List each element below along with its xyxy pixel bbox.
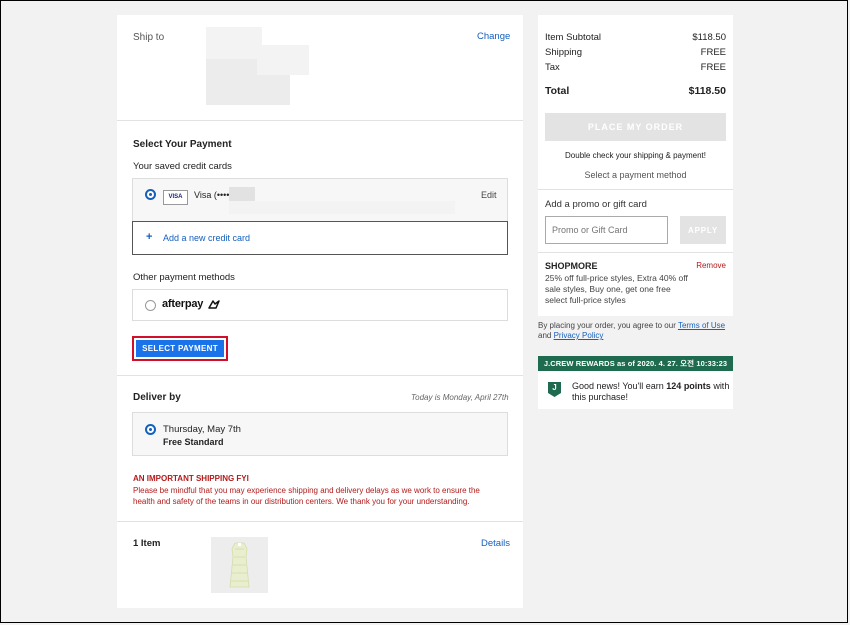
plus-icon: + <box>146 231 153 243</box>
shipping-fyi-title: AN IMPORTANT SHIPPING FYI <box>133 474 249 483</box>
add-credit-card-row[interactable]: + Add a new credit card <box>132 221 508 255</box>
ship-to-address-redacted-3 <box>257 45 309 75</box>
item-count: 1 Item <box>133 538 161 549</box>
saved-card-label: Visa (•••• <box>194 190 230 200</box>
divider <box>117 521 523 522</box>
saved-card-radio[interactable] <box>145 189 156 200</box>
divider <box>117 375 523 376</box>
select-payment-heading: Select Your Payment <box>133 139 232 150</box>
saved-cards-heading: Your saved credit cards <box>133 161 232 172</box>
shipping-label: Shipping <box>545 47 582 58</box>
visa-card-icon: VISA <box>163 190 188 205</box>
card-details-redacted <box>229 201 455 214</box>
place-order-button[interactable]: PLACE MY ORDER <box>545 113 726 141</box>
today-date-note: Today is Monday, April 27th <box>411 393 509 402</box>
order-summary-card: Item Subtotal $118.50 Shipping FREE Tax … <box>538 15 733 316</box>
terms-line-1: By placing your order, you agree to our … <box>538 321 725 330</box>
promo-code-applied: SHOPMORE <box>545 261 598 271</box>
divider <box>538 189 733 190</box>
rewards-message-suffix: with <box>710 381 730 391</box>
terms-and: and <box>538 331 554 340</box>
subtotal-value: $118.50 <box>692 32 726 43</box>
edit-card-link[interactable]: Edit <box>481 190 497 200</box>
promo-description-line-2: sale styles, Buy one, get one free <box>545 284 671 294</box>
promo-code-input[interactable] <box>545 216 668 244</box>
divider <box>117 120 523 121</box>
rewards-badge-letter: J <box>552 383 557 392</box>
promo-heading: Add a promo or gift card <box>545 199 647 210</box>
double-check-note: Double check your shipping & payment! <box>565 151 706 160</box>
afterpay-radio[interactable] <box>145 300 156 311</box>
afterpay-arrow-icon <box>208 300 220 309</box>
rewards-points: 124 points <box>666 381 711 391</box>
shipping-value: FREE <box>700 47 726 58</box>
delivery-radio[interactable] <box>145 424 156 435</box>
privacy-policy-link[interactable]: Privacy Policy <box>554 331 604 340</box>
add-credit-card-link[interactable]: Add a new credit card <box>163 233 250 243</box>
promo-description-line-3: select full-price styles <box>545 295 626 305</box>
subtotal-label: Item Subtotal <box>545 32 601 43</box>
product-thumbnail[interactable] <box>211 537 268 593</box>
divider <box>538 252 733 253</box>
afterpay-option[interactable]: afterpay <box>132 289 508 321</box>
apply-promo-button[interactable]: APPLY <box>680 216 726 244</box>
checkout-main-card: Ship to Change Select Your Payment Your … <box>117 15 523 608</box>
shipping-fyi-line-1: Please be mindful that you may experienc… <box>133 486 480 495</box>
rewards-banner: J.CREW REWARDS as of 2020. 4. 27. 오전 10:… <box>538 356 733 371</box>
saved-card-option[interactable]: VISA Visa (•••• Edit <box>132 178 508 222</box>
select-payment-method-note: Select a payment method <box>584 170 687 180</box>
select-payment-button[interactable]: SELECT PAYMENT <box>136 340 224 357</box>
other-methods-heading: Other payment methods <box>133 272 235 283</box>
rewards-message-line-1: Good news! You'll earn 124 points with <box>572 381 729 391</box>
deliver-by-heading: Deliver by <box>133 392 181 403</box>
terms-of-use-link[interactable]: Terms of Use <box>678 321 725 330</box>
dress-image <box>229 542 250 588</box>
promo-description-line-1: 25% off full-price styles, Extra 40% off <box>545 273 688 283</box>
afterpay-logo: afterpay <box>162 298 204 310</box>
terms-line-2: and Privacy Policy <box>538 331 603 340</box>
change-address-link[interactable]: Change <box>477 31 510 42</box>
ship-to-label: Ship to <box>133 32 165 43</box>
shipping-fyi-line-2: health and safety of the teams in our di… <box>133 497 470 506</box>
tax-label: Tax <box>545 62 560 73</box>
rewards-card: J.CREW REWARDS as of 2020. 4. 27. 오전 10:… <box>538 356 733 409</box>
delivery-method: Free Standard <box>163 437 224 447</box>
total-value: $118.50 <box>688 85 726 97</box>
remove-promo-link[interactable]: Remove <box>696 261 726 270</box>
rewards-badge-icon: J <box>548 382 561 397</box>
rewards-message-line-2: this purchase! <box>572 392 629 402</box>
delivery-date: Thursday, May 7th <box>163 424 241 435</box>
delivery-option[interactable]: Thursday, May 7th Free Standard <box>132 412 508 456</box>
tax-value: FREE <box>700 62 726 73</box>
total-label: Total <box>545 85 570 97</box>
terms-prefix: By placing your order, you agree to our <box>538 321 678 330</box>
rewards-message-prefix: Good news! You'll earn <box>572 381 667 391</box>
item-details-link[interactable]: Details <box>481 538 510 549</box>
